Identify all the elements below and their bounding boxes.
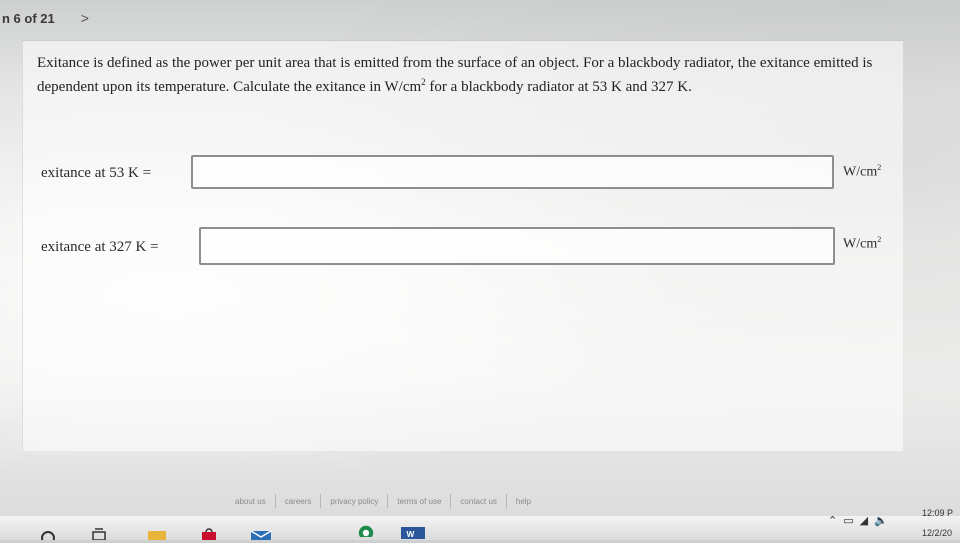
footer-link-terms-of-use[interactable]: terms of use bbox=[388, 497, 450, 506]
next-question-icon[interactable]: > bbox=[81, 10, 89, 26]
taskbar-clock[interactable]: 12:09 P 12/2/20 bbox=[922, 503, 960, 543]
chevron-up-icon[interactable]: ⌃ bbox=[828, 514, 837, 527]
clock-date: 12/2/20 bbox=[922, 528, 953, 538]
answer-input-327k[interactable] bbox=[199, 227, 835, 265]
footer-link-contact-us[interactable]: contact us bbox=[451, 497, 505, 506]
clock-time: 12:09 P bbox=[922, 508, 954, 518]
page-footer: about us careers privacy policy terms of… bbox=[226, 494, 540, 508]
svg-text:W: W bbox=[407, 529, 415, 539]
answer-input-53k[interactable] bbox=[191, 155, 834, 189]
question-counter: n 6 of 21 bbox=[2, 10, 55, 26]
unit-exponent: 2 bbox=[877, 235, 882, 244]
system-tray: ⌃ ▭ ◢ 🔈 bbox=[828, 514, 888, 527]
unit-exponent: 2 bbox=[877, 163, 882, 172]
volume-icon[interactable]: 🔈 bbox=[874, 514, 888, 527]
unit-label-53k: W/cm2 bbox=[843, 163, 881, 181]
question-card: Exitance is defined as the power per uni… bbox=[22, 40, 903, 451]
unit-base: W/cm bbox=[843, 236, 878, 252]
answer-label-53k: exitance at 53 K = bbox=[41, 165, 152, 181]
footer-link-about-us[interactable]: about us bbox=[226, 497, 275, 506]
network-icon[interactable]: ▭ bbox=[843, 514, 853, 527]
wifi-icon[interactable]: ◢ bbox=[860, 514, 868, 527]
word-icon[interactable]: W bbox=[400, 527, 426, 539]
file-explorer-icon[interactable] bbox=[148, 528, 166, 540]
footer-link-careers[interactable]: careers bbox=[276, 497, 321, 506]
question-text-part-2: for a blackbody radiator at 53 K and 327… bbox=[425, 79, 692, 95]
chrome-icon[interactable] bbox=[356, 525, 376, 537]
footer-link-help[interactable]: help bbox=[507, 497, 540, 506]
store-icon[interactable] bbox=[200, 528, 218, 540]
footer-link-privacy-policy[interactable]: privacy policy bbox=[321, 497, 387, 506]
unit-label-327k: W/cm2 bbox=[843, 235, 881, 253]
windows-taskbar bbox=[0, 516, 960, 540]
mail-icon[interactable] bbox=[250, 528, 272, 540]
search-icon[interactable] bbox=[40, 528, 56, 540]
unit-base: W/cm bbox=[843, 164, 878, 180]
task-view-icon[interactable] bbox=[92, 528, 106, 540]
question-navigation: n 6 of 21 > bbox=[0, 8, 89, 28]
question-text: Exitance is defined as the power per uni… bbox=[37, 51, 887, 99]
answer-label-327k: exitance at 327 K = bbox=[41, 239, 159, 255]
